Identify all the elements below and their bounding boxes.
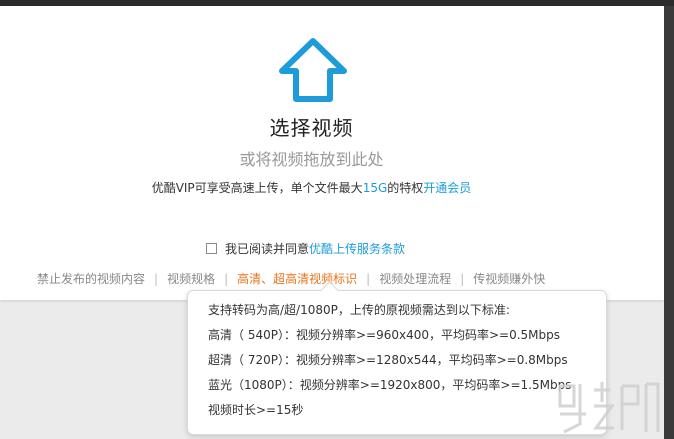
link-hd-labels[interactable]: 高清、超高清视频标识 (237, 272, 357, 286)
select-video-title[interactable]: 选择视频 (0, 112, 623, 141)
tooltip-line: 超清（ 720P）：视频分辨率>=1280x544，平均码率>=0.8Mbps (208, 353, 568, 367)
drag-drop-hint: 或将视频拖放到此处 (239, 150, 384, 169)
info-links: 禁止发布的视频内容 | 视频规格 | 高清、超高清视频标识 | 视频处理流程 | 传视频赚外快 (37, 270, 545, 287)
link-separator: | (154, 272, 159, 286)
agreement-checkbox[interactable] (206, 243, 217, 254)
vip-text-before: 优酷VIP可享受高速上传，单个文件最大 (151, 181, 363, 195)
link-video-specs[interactable]: 视频规格 (167, 272, 215, 286)
hd-spec-tooltip: 支持转码为高/超/1080P，上传的原视频需达到以下标准: 高清（ 540P）：… (187, 281, 607, 435)
upload-arrow-icon[interactable] (277, 36, 349, 104)
link-prohibited-content[interactable]: 禁止发布的视频内容 (37, 272, 145, 286)
tooltip-line: 蓝光（1080P）：视频分辨率>=1920x800，平均码率>=1.5Mbps (208, 378, 572, 392)
link-separator: | (366, 272, 371, 286)
agreement-row: 我已阅读并同意 优酷上传服务条款 (206, 240, 405, 257)
open-membership-link[interactable]: 开通会员 (423, 181, 471, 195)
terms-link[interactable]: 优酷上传服务条款 (309, 240, 405, 257)
vip-notice: 优酷VIP可享受高速上传，单个文件最大15G的特权开通会员 (0, 179, 623, 196)
agreement-label: 我已阅读并同意 (225, 242, 310, 256)
window-right-edge (664, 6, 674, 439)
tooltip-line: 支持转码为高/超/1080P，上传的原视频需达到以下标准: (208, 303, 510, 317)
vip-size: 15G (362, 181, 388, 195)
link-separator: | (224, 272, 229, 286)
link-separator: | (460, 272, 465, 286)
watermark-logo-icon (558, 382, 660, 434)
tooltip-line: 视频时长>=15秒 (208, 403, 304, 417)
vip-text-after: 的特权 (387, 181, 424, 195)
upload-panel: 选择视频 或将视频拖放到此处 优酷VIP可享受高速上传，单个文件最大15G的特权… (0, 6, 664, 300)
link-earn-money[interactable]: 传视频赚外快 (473, 272, 545, 286)
link-processing-flow[interactable]: 视频处理流程 (379, 272, 451, 286)
tooltip-line: 高清（ 540P）：视频分辨率>=960x400，平均码率>=0.5Mbps (208, 328, 561, 342)
